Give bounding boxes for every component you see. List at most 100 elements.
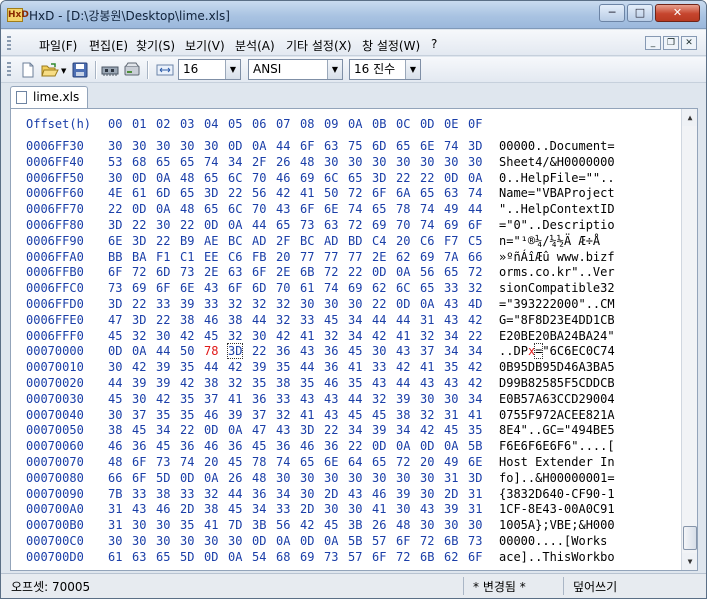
hex-byte[interactable]: 22: [348, 439, 362, 453]
hex-byte[interactable]: 39: [252, 360, 266, 374]
ascii-text[interactable]: Name="VBAProject: [499, 186, 615, 200]
hex-byte[interactable]: 43: [276, 423, 290, 437]
hex-byte[interactable]: 6F: [108, 265, 122, 279]
hex-byte[interactable]: 0A: [132, 344, 146, 358]
hex-byte[interactable]: 35: [252, 376, 266, 390]
hex-byte[interactable]: 0D: [300, 534, 314, 548]
hex-byte[interactable]: 7A: [444, 250, 458, 264]
hex-byte[interactable]: 39: [228, 408, 242, 422]
hex-byte[interactable]: 30: [300, 487, 314, 501]
hex-byte[interactable]: 6F: [132, 471, 146, 485]
hex-byte[interactable]: 38: [204, 376, 218, 390]
hex-byte[interactable]: 70: [252, 202, 266, 216]
hex-byte[interactable]: 44: [228, 487, 242, 501]
hex-byte[interactable]: 69: [132, 281, 146, 295]
hex-byte[interactable]: 5B: [468, 439, 482, 453]
hex-byte[interactable]: 39: [372, 423, 386, 437]
hex-byte[interactable]: 3D: [372, 171, 386, 185]
hex-byte[interactable]: 38: [180, 313, 194, 327]
hex-byte[interactable]: 44: [396, 313, 410, 327]
hex-byte[interactable]: 6E: [324, 455, 338, 469]
ascii-text[interactable]: 1005A};VBE;&H000: [499, 518, 615, 532]
hex-byte[interactable]: 44: [156, 344, 170, 358]
hex-byte[interactable]: 42: [180, 376, 194, 390]
hex-byte[interactable]: 30: [156, 534, 170, 548]
hex-byte[interactable]: 39: [156, 376, 170, 390]
ascii-text[interactable]: ="393222000"..CM: [499, 297, 615, 311]
hex-byte[interactable]: 41: [396, 329, 410, 343]
hex-byte[interactable]: 0D: [204, 423, 218, 437]
hex-byte[interactable]: 33: [204, 297, 218, 311]
hex-byte[interactable]: 34: [348, 423, 362, 437]
hex-byte[interactable]: 22: [156, 234, 170, 248]
hex-byte[interactable]: 30: [132, 392, 146, 406]
hex-byte[interactable]: 47: [252, 423, 266, 437]
hex-byte[interactable]: 33: [444, 281, 458, 295]
ascii-text[interactable]: 00000....[Works: [499, 534, 607, 548]
hex-byte[interactable]: 35: [468, 423, 482, 437]
hex-byte[interactable]: 43: [348, 487, 362, 501]
hex-byte[interactable]: 43: [324, 392, 338, 406]
hex-byte[interactable]: 68: [132, 155, 146, 169]
hex-byte[interactable]: 46: [204, 313, 218, 327]
hex-byte[interactable]: 3D: [108, 297, 122, 311]
close-button[interactable]: ✕: [655, 4, 700, 22]
hex-byte[interactable]: 34: [252, 502, 266, 516]
hex-byte[interactable]: 43: [420, 376, 434, 390]
hex-byte[interactable]: BB: [108, 250, 122, 264]
hex-byte[interactable]: 2F: [252, 155, 266, 169]
hex-byte[interactable]: 35: [180, 392, 194, 406]
hex-byte[interactable]: 6F: [396, 534, 410, 548]
hex-byte[interactable]: 3D: [132, 234, 146, 248]
hex-editor[interactable]: Offset(h) 00 01 02 03 04 05 06 07 08 09 0A 0B 0C 0D 0E…: [10, 108, 698, 571]
ascii-text[interactable]: Host Extender In: [499, 455, 615, 469]
hex-byte[interactable]: 66: [108, 471, 122, 485]
hex-byte[interactable]: 6F: [468, 218, 482, 232]
hex-byte[interactable]: 4D: [468, 297, 482, 311]
hex-byte[interactable]: C1: [180, 250, 194, 264]
hex-byte[interactable]: 30: [348, 471, 362, 485]
hex-byte[interactable]: 32: [468, 281, 482, 295]
hex-byte[interactable]: 69: [300, 171, 314, 185]
hex-byte[interactable]: 32: [276, 297, 290, 311]
hex-byte[interactable]: 65: [180, 186, 194, 200]
hex-byte[interactable]: 63: [444, 186, 458, 200]
ascii-text[interactable]: 0755F972ACEE821A: [499, 408, 615, 422]
hex-byte[interactable]: 30: [156, 218, 170, 232]
hex-byte[interactable]: 39: [156, 360, 170, 374]
hex-byte[interactable]: 0D: [108, 344, 122, 358]
hex-byte[interactable]: 45: [228, 455, 242, 469]
ascii-text[interactable]: "..HelpContextID: [499, 202, 615, 216]
hex-byte[interactable]: BC: [300, 234, 314, 248]
hex-byte[interactable]: 69: [444, 218, 458, 232]
hex-byte[interactable]: 46: [300, 439, 314, 453]
hex-byte[interactable]: AD: [252, 234, 266, 248]
menu-help[interactable]: ?: [431, 37, 437, 51]
hex-byte[interactable]: 6F: [372, 186, 386, 200]
hex-byte[interactable]: 6D: [372, 139, 386, 153]
hex-byte[interactable]: 37: [252, 408, 266, 422]
hex-byte[interactable]: 30: [156, 139, 170, 153]
hex-byte[interactable]: 32: [204, 487, 218, 501]
hex-byte[interactable]: C6: [420, 234, 434, 248]
hex-byte[interactable]: 42: [468, 313, 482, 327]
hex-byte[interactable]: 30: [444, 155, 458, 169]
hex-byte[interactable]: 30: [132, 139, 146, 153]
hex-byte[interactable]: 69: [348, 281, 362, 295]
ascii-text[interactable]: 0B95DB95D46A3BA5: [499, 360, 615, 374]
menu-file[interactable]: 파일(F): [39, 37, 77, 54]
hex-byte[interactable]: 36: [252, 487, 266, 501]
hex-byte[interactable]: 45: [108, 329, 122, 343]
charset-select[interactable]: ANSI ▼: [248, 59, 343, 80]
hex-byte[interactable]: 39: [396, 487, 410, 501]
hex-byte[interactable]: 69: [420, 250, 434, 264]
hex-byte[interactable]: 30: [252, 329, 266, 343]
hex-byte[interactable]: 30: [372, 471, 386, 485]
hex-byte[interactable]: 74: [348, 202, 362, 216]
hex-byte[interactable]: 2D: [300, 502, 314, 516]
hex-byte[interactable]: 72: [132, 265, 146, 279]
hex-byte[interactable]: 65: [156, 155, 170, 169]
hex-byte[interactable]: 34: [468, 344, 482, 358]
ascii-text[interactable]: 00000..Document=: [499, 139, 615, 153]
hex-byte[interactable]: 62: [396, 250, 410, 264]
